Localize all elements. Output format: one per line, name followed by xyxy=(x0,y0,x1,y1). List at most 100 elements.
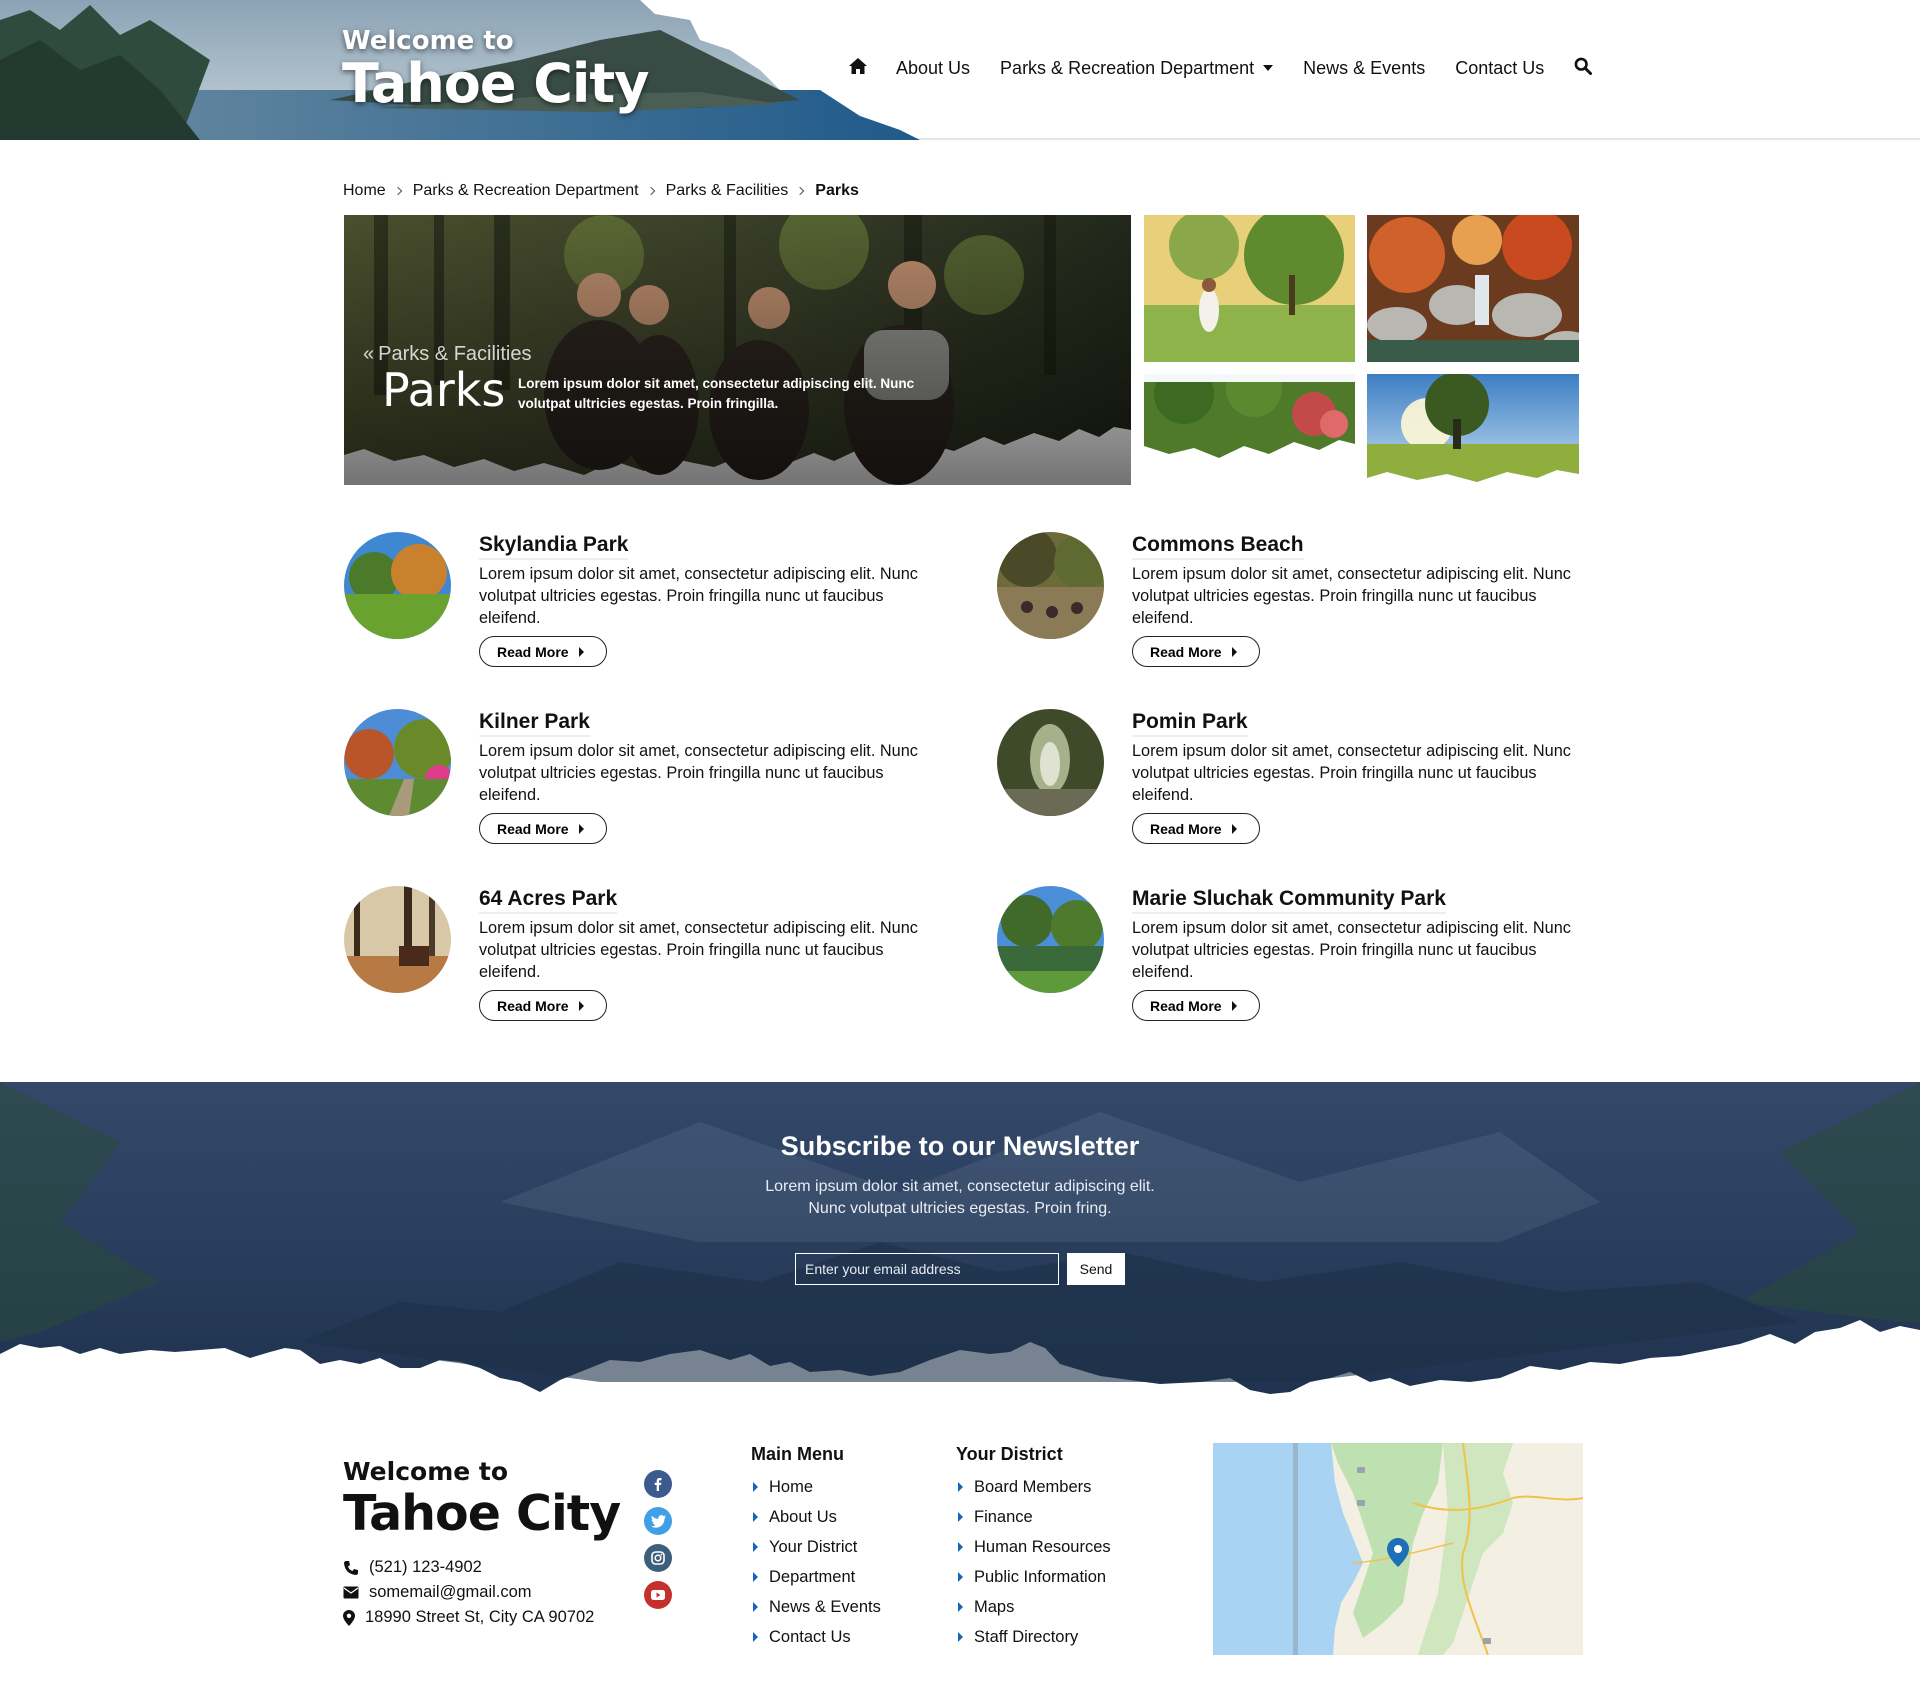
breadcrumb-current: Parks xyxy=(815,182,859,199)
park-photo[interactable] xyxy=(344,709,451,816)
park-name[interactable]: Skylandia Park xyxy=(479,533,629,560)
caret-right-icon xyxy=(958,1572,963,1582)
footer-link-about-us[interactable]: About Us xyxy=(753,1502,881,1532)
phone-text: (521) 123-4902 xyxy=(369,1558,482,1576)
nav-contact-us[interactable]: Contact Us xyxy=(1455,58,1544,79)
main-menu-list: Home About Us Your District Department N… xyxy=(753,1472,881,1652)
newsletter-email-input[interactable] xyxy=(795,1253,1059,1285)
gallery-thumb-meadow[interactable] xyxy=(1367,374,1579,486)
park-name[interactable]: Commons Beach xyxy=(1132,533,1304,560)
nav-news-events[interactable]: News & Events xyxy=(1303,58,1425,79)
footer-link-contact-us[interactable]: Contact Us xyxy=(753,1622,881,1652)
footer-address[interactable]: 18990 Street St, City CA 90702 xyxy=(343,1608,594,1627)
caret-right-icon xyxy=(958,1482,963,1492)
breadcrumb-home[interactable]: Home xyxy=(343,182,386,200)
youtube-icon[interactable] xyxy=(644,1581,672,1609)
caret-right-icon xyxy=(753,1602,758,1612)
park-photo[interactable] xyxy=(997,886,1104,993)
footer-link-maps[interactable]: Maps xyxy=(958,1592,1111,1622)
address-text: 18990 Street St, City CA 90702 xyxy=(365,1608,595,1626)
header-brand[interactable]: Welcome to Tahoe City xyxy=(342,26,649,112)
email-text: somemail@gmail.com xyxy=(369,1583,532,1601)
read-more-button[interactable]: Read More xyxy=(479,813,607,844)
newsletter-send-button[interactable]: Send xyxy=(1067,1253,1125,1285)
footer-brand[interactable]: Welcome to Tahoe City xyxy=(343,1457,621,1542)
footer-link-board-members[interactable]: Board Members xyxy=(958,1472,1111,1502)
envelope-icon xyxy=(343,1586,359,1599)
footer-link-finance[interactable]: Finance xyxy=(958,1502,1111,1532)
footer-phone[interactable]: (521) 123-4902 xyxy=(343,1558,482,1577)
park-photo[interactable] xyxy=(344,532,451,639)
park-photo[interactable] xyxy=(997,709,1104,816)
caret-right-icon xyxy=(958,1632,963,1642)
footer-link-human-resources[interactable]: Human Resources xyxy=(958,1532,1111,1562)
footer-link-label: About Us xyxy=(769,1507,837,1526)
footer-link-label: Public Information xyxy=(974,1567,1107,1586)
park-card: Skylandia Park Lorem ipsum dolor sit ame… xyxy=(344,532,924,682)
gallery-thumb-garden[interactable] xyxy=(1144,374,1355,462)
read-more-button[interactable]: Read More xyxy=(1132,813,1260,844)
park-name[interactable]: 64 Acres Park xyxy=(479,887,618,914)
read-more-label: Read More xyxy=(497,820,569,837)
park-name[interactable]: Marie Sluchak Community Park xyxy=(1132,887,1446,914)
location-map[interactable] xyxy=(1213,1443,1583,1655)
main-nav: About Us Parks & Recreation Department N… xyxy=(848,52,1596,84)
instagram-icon[interactable] xyxy=(644,1544,672,1572)
caret-right-icon xyxy=(958,1512,963,1522)
breadcrumb: Home Parks & Recreation Department Parks… xyxy=(343,182,859,200)
footer-link-label: Maps xyxy=(974,1597,1015,1616)
hero-title: Parks xyxy=(382,363,506,417)
caret-right-icon xyxy=(958,1542,963,1552)
district-menu-title: Your District xyxy=(956,1444,1063,1464)
park-card: Pomin Park Lorem ipsum dolor sit amet, c… xyxy=(997,709,1577,859)
search-icon[interactable] xyxy=(1574,57,1596,79)
double-chevron-left-icon: « xyxy=(363,343,375,365)
nav-label: Parks & Recreation Department xyxy=(1000,57,1255,78)
footer-link-staff-directory[interactable]: Staff Directory xyxy=(958,1622,1111,1652)
park-description: Lorem ipsum dolor sit amet, consectetur … xyxy=(479,919,918,981)
nav-label: Contact Us xyxy=(1455,57,1545,78)
footer-brand-welcome: Welcome to xyxy=(343,1457,509,1486)
park-name[interactable]: Pomin Park xyxy=(1132,710,1248,737)
read-more-label: Read More xyxy=(1150,997,1222,1014)
park-description: Lorem ipsum dolor sit amet, consectetur … xyxy=(1132,742,1571,804)
footer-link-label: Department xyxy=(769,1567,856,1586)
footer-email[interactable]: somemail@gmail.com xyxy=(343,1583,532,1602)
park-card: 64 Acres Park Lorem ipsum dolor sit amet… xyxy=(344,886,924,1036)
twitter-icon[interactable] xyxy=(644,1507,672,1535)
park-card: Marie Sluchak Community Park Lorem ipsum… xyxy=(997,886,1577,1036)
caret-right-icon xyxy=(753,1572,758,1582)
caret-right-icon xyxy=(753,1512,758,1522)
footer-link-public-information[interactable]: Public Information xyxy=(958,1562,1111,1592)
gallery-thumb-waterfall[interactable] xyxy=(1367,215,1579,362)
footer-link-home[interactable]: Home xyxy=(753,1472,881,1502)
park-photo[interactable] xyxy=(997,532,1104,639)
park-name[interactable]: Kilner Park xyxy=(479,710,590,737)
caret-right-icon xyxy=(1231,1000,1237,1011)
park-photo[interactable] xyxy=(344,886,451,993)
read-more-label: Read More xyxy=(1150,643,1222,660)
home-icon[interactable] xyxy=(848,57,872,79)
map-marker-icon xyxy=(343,1609,355,1626)
main-menu-title: Main Menu xyxy=(751,1444,844,1464)
footer-link-your-district[interactable]: Your District xyxy=(753,1532,881,1562)
gallery-thumb-runner[interactable] xyxy=(1144,215,1355,362)
nav-parks-recreation[interactable]: Parks & Recreation Department xyxy=(1000,57,1274,79)
read-more-button[interactable]: Read More xyxy=(479,990,607,1021)
breadcrumb-parks-facilities[interactable]: Parks & Facilities xyxy=(666,182,789,200)
footer-brand-city: Tahoe City xyxy=(343,1485,621,1542)
caret-right-icon xyxy=(578,646,584,657)
read-more-button[interactable]: Read More xyxy=(1132,990,1260,1021)
breadcrumb-parks-recreation[interactable]: Parks & Recreation Department xyxy=(413,182,639,200)
district-menu-list: Board Members Finance Human Resources Pu… xyxy=(958,1472,1111,1652)
read-more-button[interactable]: Read More xyxy=(479,636,607,667)
nav-about-us[interactable]: About Us xyxy=(896,58,970,79)
footer-link-news-events[interactable]: News & Events xyxy=(753,1592,881,1622)
footer-link-label: Your District xyxy=(769,1537,858,1556)
newsletter-text-line: Lorem ipsum dolor sit amet, consectetur … xyxy=(765,1178,1155,1195)
footer-link-label: Finance xyxy=(974,1507,1033,1526)
caret-right-icon xyxy=(753,1632,758,1642)
read-more-button[interactable]: Read More xyxy=(1132,636,1260,667)
footer-link-department[interactable]: Department xyxy=(753,1562,881,1592)
facebook-icon[interactable] xyxy=(644,1470,672,1498)
